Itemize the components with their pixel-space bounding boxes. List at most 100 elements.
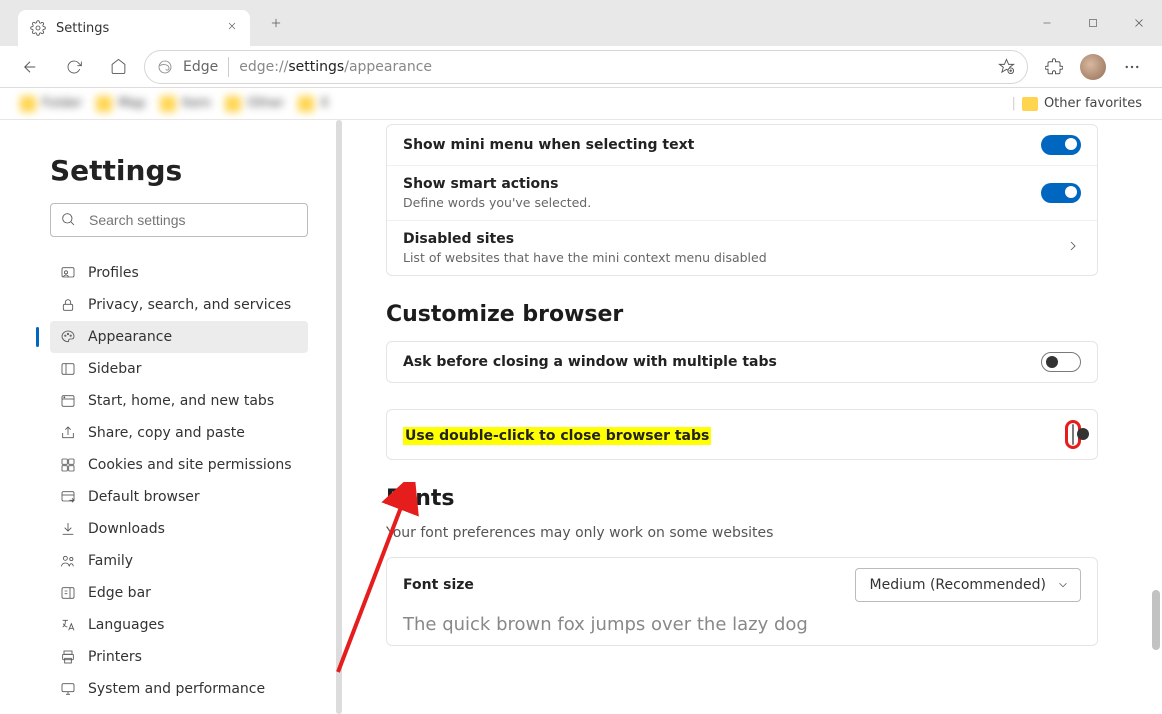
font-size-select[interactable]: Medium (Recommended) (855, 568, 1081, 602)
profile-avatar[interactable] (1080, 54, 1106, 80)
minimize-button[interactable] (1024, 0, 1070, 46)
bookmark-item[interactable]: X (298, 96, 329, 112)
refresh-button[interactable] (56, 49, 92, 85)
sidebar-item-cookies-and-site-permissions[interactable]: Cookies and site permissions (50, 449, 308, 481)
other-favorites[interactable]: | Other favorites (1012, 96, 1142, 111)
setting-subtitle: Define words you've selected. (403, 195, 1027, 210)
close-tab-button[interactable] (226, 20, 238, 36)
sidebar-item-system-and-performance[interactable]: System and performance (50, 673, 308, 705)
fonts-subtext: Your font preferences may only work on s… (386, 525, 1098, 541)
sidebar-item-start-home-and-new-tabs[interactable]: Start, home, and new tabs (50, 385, 308, 417)
setting-title: Use double-click to close browser tabs (403, 427, 711, 445)
toggle-ask-before-close[interactable] (1041, 352, 1081, 372)
menu-button[interactable] (1114, 49, 1150, 85)
sidebar-item-privacy-search-and-services[interactable]: Privacy, search, and services (50, 289, 308, 321)
gear-icon (30, 20, 46, 36)
sidebar-item-printers[interactable]: Printers (50, 641, 308, 673)
refresh-icon (66, 59, 82, 75)
section-fonts: Fonts (386, 486, 1098, 511)
scrollbar[interactable] (1152, 120, 1160, 714)
sidebar-item-appearance[interactable]: Appearance (50, 321, 308, 353)
lock-icon (60, 297, 76, 313)
sidebar-item-label: Start, home, and new tabs (88, 393, 274, 409)
search-icon (60, 211, 76, 231)
sidebar-item-label: Privacy, search, and services (88, 297, 291, 313)
folder-icon (1022, 97, 1038, 111)
sidebar-icon (60, 361, 76, 377)
bookmarks-blurred: Folder Map Item Other X (20, 96, 329, 112)
browser-tab[interactable]: Settings (18, 10, 250, 46)
sidebar-item-label: Default browser (88, 489, 200, 505)
sidebar-item-reset-settings[interactable]: Reset settings (50, 705, 308, 714)
bookmark-item[interactable]: Folder (20, 96, 82, 112)
share-icon (60, 425, 76, 441)
font-sample-text: The quick brown fox jumps over the lazy … (403, 614, 1081, 635)
setting-disabled-sites[interactable]: Disabled sites List of websites that hav… (387, 220, 1097, 275)
toggle-mini-menu[interactable] (1041, 135, 1081, 155)
sidebar-item-label: Languages (88, 617, 164, 633)
maximize-button[interactable] (1070, 0, 1116, 46)
setting-title: Disabled sites (403, 231, 1051, 247)
address-bar[interactable]: Edge edge://settings/appearance (144, 50, 1028, 84)
titlebar: Settings (0, 0, 1162, 46)
new-tab-button[interactable] (262, 9, 290, 37)
setting-mini-menu: Show mini menu when selecting text (387, 125, 1097, 165)
sidebar-item-languages[interactable]: Languages (50, 609, 308, 641)
close-icon (1132, 16, 1146, 30)
download-icon (60, 521, 76, 537)
home-button[interactable] (100, 49, 136, 85)
sidebar-item-family[interactable]: Family (50, 545, 308, 577)
edge-logo-icon (157, 59, 173, 75)
favorite-add-icon[interactable] (998, 58, 1015, 75)
sidebar-item-default-browser[interactable]: Default browser (50, 481, 308, 513)
extensions-button[interactable] (1036, 49, 1072, 85)
divider (228, 57, 229, 77)
sidebar-item-edge-bar[interactable]: Edge bar (50, 577, 308, 609)
bookmarks-bar: Folder Map Item Other X | Other favorite… (0, 88, 1162, 120)
other-favorites-label: Other favorites (1044, 96, 1142, 111)
setting-font-size: Font size Medium (Recommended) The quick… (387, 558, 1097, 645)
appearance-icon (60, 329, 76, 345)
setting-double-click-close: Use double-click to close browser tabs (387, 410, 1097, 459)
sidebar-item-sidebar[interactable]: Sidebar (50, 353, 308, 385)
scrollbar-thumb[interactable] (1152, 590, 1160, 650)
bookmark-item[interactable]: Item (160, 96, 212, 112)
toggle-double-click-close[interactable] (1072, 424, 1074, 445)
sidebar-item-label: Printers (88, 649, 142, 665)
toggle-smart-actions[interactable] (1041, 183, 1081, 203)
settings-sidebar: Settings Profiles Privacy, search, and se… (0, 120, 350, 714)
url-text: edge://settings/appearance (239, 59, 432, 75)
cookie-icon (60, 457, 76, 473)
sidebar-item-share-copy-and-paste[interactable]: Share, copy and paste (50, 417, 308, 449)
setting-title: Show smart actions (403, 176, 1027, 192)
sidebar-item-profiles[interactable]: Profiles (50, 257, 308, 289)
chevron-down-icon (1056, 578, 1070, 592)
setting-title: Show mini menu when selecting text (403, 137, 1027, 153)
sidebar-item-label: System and performance (88, 681, 265, 697)
bookmark-item[interactable]: Map (96, 96, 145, 112)
address-prefix: Edge (183, 59, 218, 75)
close-window-button[interactable] (1116, 0, 1162, 46)
start-icon (60, 393, 76, 409)
chevron-right-icon (1065, 238, 1081, 258)
setting-title: Ask before closing a window with multipl… (403, 354, 1027, 370)
setting-smart-actions: Show smart actions Define words you've s… (387, 165, 1097, 220)
dots-icon (1123, 58, 1141, 76)
bookmark-item[interactable]: Other (225, 96, 284, 112)
sidebar-item-label: Profiles (88, 265, 139, 281)
annotation-highlight-box (1065, 420, 1081, 449)
sidebar-item-label: Edge bar (88, 585, 151, 601)
settings-heading: Settings (50, 154, 328, 187)
edgebar-icon (60, 585, 76, 601)
minimize-icon (1041, 17, 1053, 29)
family-icon (60, 553, 76, 569)
sidebar-item-downloads[interactable]: Downloads (50, 513, 308, 545)
search-input[interactable] (50, 203, 308, 237)
back-button[interactable] (12, 49, 48, 85)
sidebar-item-label: Share, copy and paste (88, 425, 245, 441)
sidebar-item-label: Downloads (88, 521, 165, 537)
toolbar: Edge edge://settings/appearance (0, 46, 1162, 88)
sidebar-item-label: Family (88, 553, 133, 569)
extension-icon (1045, 58, 1063, 76)
arrow-left-icon (21, 58, 39, 76)
